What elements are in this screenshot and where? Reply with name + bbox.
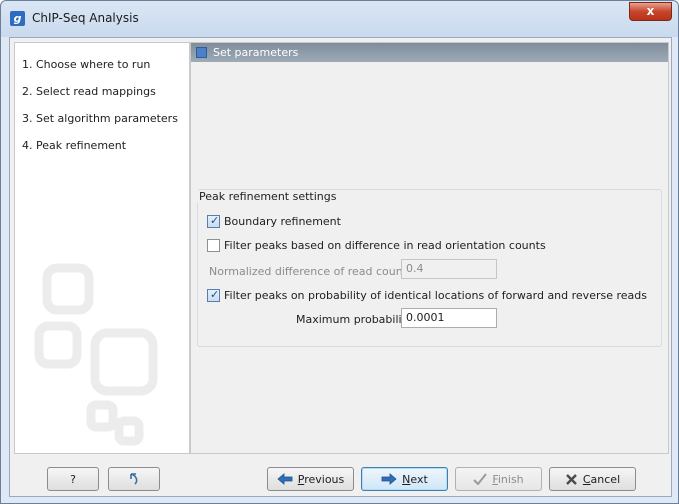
reset-button[interactable] (108, 467, 160, 491)
checkmark-icon (473, 473, 488, 485)
max-probability-label: Maximum probability (296, 313, 413, 326)
section-header: Set parameters (191, 43, 668, 62)
previous-label: Previous (297, 472, 345, 486)
wizard-steps-panel: 1. Choose where to run 2. Select read ma… (14, 42, 190, 454)
dialog-window: g ChIP-Seq Analysis x 1. Choose where to… (0, 0, 679, 504)
filter-probability-checkbox[interactable]: ✓ (207, 288, 220, 302)
section-marker-icon (196, 47, 207, 58)
cancel-label: Cancel (582, 472, 621, 486)
step-peak-refinement: 4. Peak refinement (22, 139, 127, 152)
dialog-client: 1. Choose where to run 2. Select read ma… (9, 37, 672, 497)
close-icon: x (646, 4, 655, 18)
boundary-refinement-checkbox[interactable]: ✓ (207, 214, 220, 228)
close-button[interactable]: x (629, 2, 672, 21)
filter-orientation-label[interactable]: Filter peaks based on difference in read… (224, 239, 546, 252)
cancel-button[interactable]: Cancel (549, 467, 636, 491)
app-icon: g (10, 11, 25, 26)
next-button[interactable]: Next (361, 467, 448, 491)
help-label: ? (70, 472, 76, 486)
parameters-panel: Set parameters Peak refinement settings … (190, 42, 669, 454)
group-title: Peak refinement settings (197, 190, 339, 203)
step-set-algorithm-parameters: 3. Set algorithm parameters (22, 112, 178, 125)
filter-orientation-checkbox[interactable] (207, 239, 220, 252)
next-label: Next (402, 472, 428, 486)
cross-icon (565, 473, 578, 486)
reset-icon (130, 473, 138, 485)
section-header-label: Set parameters (213, 46, 299, 59)
previous-button[interactable]: Previous (267, 467, 354, 491)
arrow-left-icon (277, 473, 293, 485)
finish-label: Finish (492, 472, 524, 486)
normalized-difference-field[interactable]: 0.4 (401, 259, 497, 279)
normalized-difference-label: Normalized difference of read counts (209, 265, 413, 278)
max-probability-field[interactable]: 0.0001 (401, 308, 497, 328)
arrow-right-icon (381, 473, 397, 485)
title-bar[interactable]: g ChIP-Seq Analysis x (1, 1, 678, 37)
step-choose-where-to-run: 1. Choose where to run (22, 58, 151, 71)
boundary-refinement-label[interactable]: Boundary refinement (224, 215, 341, 228)
checkmark-icon: ✓ (210, 288, 220, 301)
window-title: ChIP-Seq Analysis (32, 11, 139, 25)
filter-probability-label[interactable]: Filter peaks on probability of identical… (224, 289, 647, 302)
finish-button[interactable]: Finish (455, 467, 542, 491)
watermark-icon (34, 263, 158, 446)
help-button[interactable]: ? (47, 467, 99, 491)
checkmark-icon: ✓ (210, 214, 220, 227)
step-select-read-mappings: 2. Select read mappings (22, 85, 156, 98)
